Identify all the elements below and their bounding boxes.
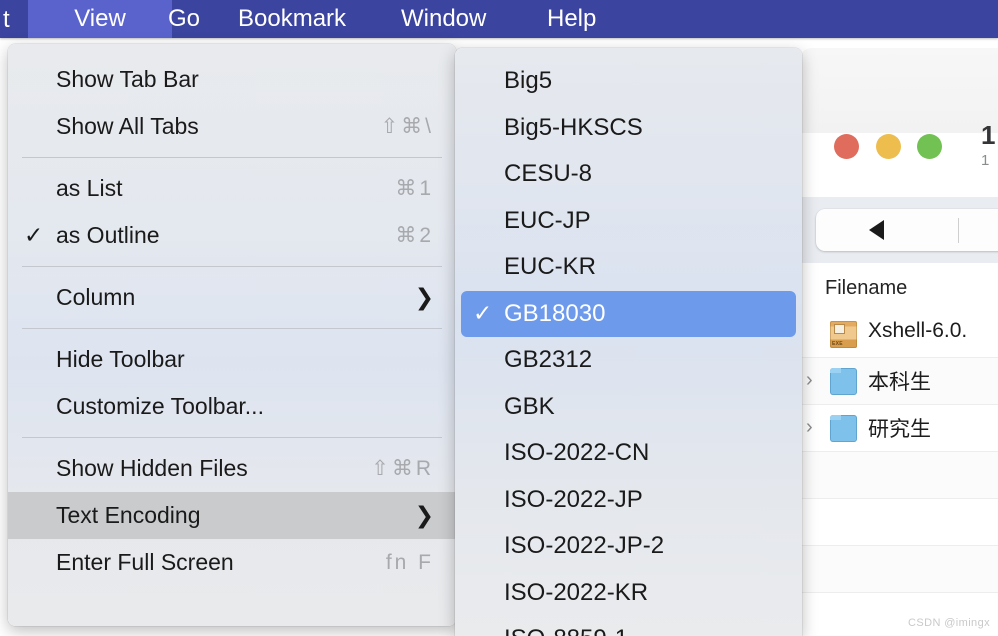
menu-item-label: as List [56,175,123,201]
minimize-button[interactable] [876,134,901,159]
encoding-label: GBK [504,392,555,420]
close-button[interactable] [834,134,859,159]
column-header-filename[interactable]: Filename [825,277,907,300]
table-row[interactable]: › 本科生 [800,358,998,405]
menu-separator [22,328,442,329]
text-encoding-submenu: Big5 Big5-HKSCS CESU-8 EUC-JP EUC-KR ✓ G… [455,48,802,636]
exe-file-icon [830,321,857,348]
view-dropdown-menu: Show Tab Bar Show All Tabs ⇧⌘\ as List ⌘… [8,44,456,626]
encoding-label: ISO-2022-JP-2 [504,532,665,560]
encoding-item-iso-8859-1[interactable]: ISO-8859-1 [461,616,796,636]
table-row[interactable] [800,593,998,636]
file-list-header: Filename [800,263,998,312]
file-list: Xshell-6.0. › 本科生 › 研究生 [800,311,998,636]
folder-icon [830,368,857,395]
menu-item-show-tab-bar[interactable]: Show Tab Bar [8,56,456,103]
encoding-label: Big5 [504,67,553,95]
encoding-item-cesu-8[interactable]: CESU-8 [461,151,796,198]
table-row[interactable] [800,452,998,499]
file-name: 本科生 [868,371,931,394]
menu-item-label: Enter Full Screen [56,549,234,575]
checkmark-icon: ✓ [24,222,44,248]
menu-item-customize-toolbar[interactable]: Customize Toolbar... [8,383,456,430]
menu-item-hide-toolbar[interactable]: Hide Toolbar [8,336,456,383]
menu-item-label: Column [56,284,136,310]
encoding-label: ISO-2022-JP [504,485,643,513]
menu-item-as-list[interactable]: as List ⌘1 [8,165,456,212]
encoding-label: ISO-2022-CN [504,439,650,467]
encoding-item-gbk[interactable]: GBK [461,384,796,431]
screen-root: 1 1 Filename Xshell-6.0. › 本科生 › [0,0,998,636]
disclosure-triangle-icon[interactable]: › [806,417,813,437]
menu-item-label: as Outline [56,222,160,248]
encoding-label: ISO-2022-KR [504,578,649,606]
menu-item-shortcut: ⇧⌘\ [380,115,434,138]
menu-item-as-outline[interactable]: ✓ as Outline ⌘2 [8,212,456,259]
menu-item-column[interactable]: Column ❯ [8,274,456,321]
encoding-label: GB2312 [504,346,593,374]
file-manager-window: 1 1 Filename Xshell-6.0. › 本科生 › [800,48,998,636]
encoding-item-iso-2022-kr[interactable]: ISO-2022-KR [461,570,796,617]
table-row[interactable]: Xshell-6.0. [800,311,998,358]
encoding-label: GB18030 [504,299,606,327]
encoding-item-euc-kr[interactable]: EUC-KR [461,244,796,291]
menu-item-shortcut: ⇧⌘R [371,457,434,480]
encoding-item-iso-2022-jp[interactable]: ISO-2022-JP [461,477,796,524]
menu-item-shortcut: fn F [385,550,434,574]
encoding-label: ISO-8859-1 [504,625,628,636]
disclosure-triangle-icon[interactable]: › [806,370,813,390]
back-arrow-icon[interactable] [869,220,884,240]
window-titlebar: 1 1 [800,48,998,169]
encoding-label: EUC-KR [504,253,597,281]
chevron-right-icon: ❯ [414,502,434,528]
menu-item-label: Show Hidden Files [56,455,248,481]
menu-item-label: Hide Toolbar [56,346,185,372]
menu-separator [22,266,442,267]
menu-bar-item-window[interactable]: Window [385,0,502,38]
menu-separator [22,437,442,438]
table-row[interactable] [800,499,998,546]
menu-bar-truncated-prefix: t [3,6,10,33]
encoding-item-euc-jp[interactable]: EUC-JP [461,198,796,245]
menu-bar-item-bookmark[interactable]: Bookmark [222,0,362,38]
window-subtitle: 1 [981,152,990,169]
menu-bar: t View Go Bookmark Window Help [0,0,998,38]
file-name: Xshell-6.0. [868,319,968,342]
segment-divider [958,218,959,243]
window-toolbar [800,197,998,263]
navigation-segmented-control[interactable] [816,209,998,251]
encoding-item-big5[interactable]: Big5 [461,58,796,105]
encoding-item-gb18030[interactable]: ✓ GB18030 [461,290,796,337]
encoding-label: EUC-JP [504,206,591,234]
encoding-label: Big5-HKSCS [504,113,643,141]
menu-bar-item-view[interactable]: View [28,0,172,38]
checkmark-icon: ✓ [473,300,493,327]
encoding-item-gb2312[interactable]: GB2312 [461,337,796,384]
menu-item-label: Show All Tabs [56,113,199,139]
menu-separator [22,157,442,158]
chevron-right-icon: ❯ [414,284,434,310]
menu-item-enter-full-screen[interactable]: Enter Full Screen fn F [8,539,456,586]
folder-icon [830,415,857,442]
menu-item-show-all-tabs[interactable]: Show All Tabs ⇧⌘\ [8,103,456,150]
encoding-label: CESU-8 [504,160,593,188]
window-title: 1 [981,120,996,150]
encoding-item-big5-hkscs[interactable]: Big5-HKSCS [461,105,796,152]
menu-item-label: Text Encoding [56,502,201,528]
menu-item-shortcut: ⌘2 [395,224,434,247]
menu-bar-item-go[interactable]: Go [152,0,216,38]
watermark: CSDN @imingx [908,617,990,629]
file-name: 研究生 [868,418,931,441]
menu-bar-item-help[interactable]: Help [531,0,612,38]
menu-item-text-encoding[interactable]: Text Encoding ❯ [8,492,456,539]
menu-item-label: Show Tab Bar [56,66,199,92]
encoding-item-iso-2022-cn[interactable]: ISO-2022-CN [461,430,796,477]
table-row[interactable] [800,546,998,593]
menu-item-label: Customize Toolbar... [56,393,264,419]
zoom-button[interactable] [917,134,942,159]
menu-item-shortcut: ⌘1 [395,177,434,200]
table-row[interactable]: › 研究生 [800,405,998,452]
encoding-item-iso-2022-jp-2[interactable]: ISO-2022-JP-2 [461,523,796,570]
menu-item-show-hidden-files[interactable]: Show Hidden Files ⇧⌘R [8,445,456,492]
